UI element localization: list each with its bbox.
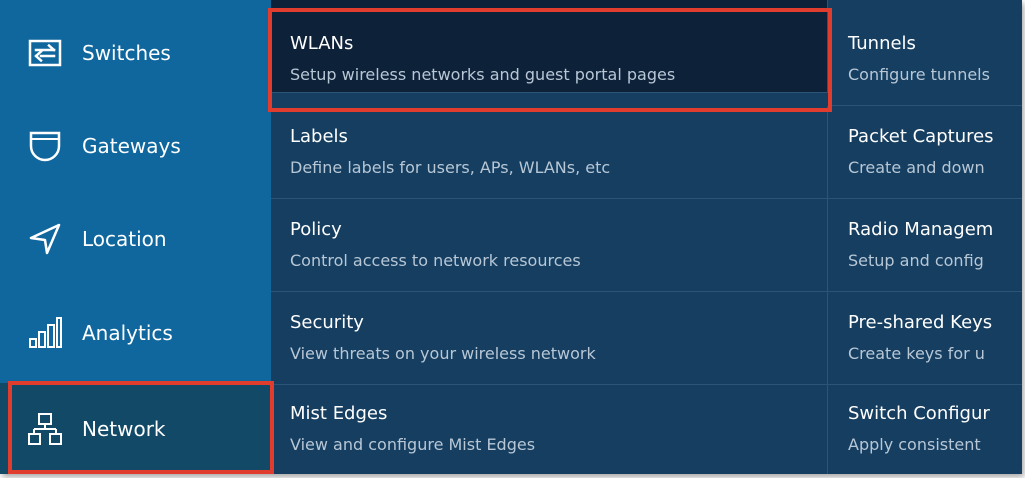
sidebar-item-switches[interactable]: Switches bbox=[0, 6, 271, 99]
menu-item-desc: Setup wireless networks and guest portal… bbox=[290, 65, 676, 84]
menu-item-desc: Configure tunnels bbox=[848, 65, 990, 84]
menu-item-title: Radio Managem bbox=[848, 219, 994, 240]
network-menu-frame: Switches Gateways Location Analytics Net… bbox=[0, 0, 1022, 474]
menu-item-desc: Setup and config bbox=[848, 251, 984, 270]
menu-item-desc: View and configure Mist Edges bbox=[290, 435, 536, 454]
network-submenu: WLANs Setup wireless networks and guest … bbox=[271, 0, 1022, 474]
menu-item-wlans[interactable]: WLANs Setup wireless networks and guest … bbox=[271, 0, 828, 93]
bar-chart-icon bbox=[29, 316, 62, 348]
menu-item-desc: Apply consistent bbox=[848, 435, 981, 454]
menu-item-title: Labels bbox=[290, 126, 348, 147]
sidebar-item-label: Analytics bbox=[82, 320, 173, 345]
location-arrow-icon bbox=[29, 223, 61, 254]
menu-item-title: Tunnels bbox=[848, 33, 916, 54]
menu-item-security[interactable]: Security View threats on your wireless n… bbox=[271, 292, 828, 385]
sidebar-item-label: Location bbox=[82, 226, 167, 251]
menu-item-radio-management[interactable]: Radio Managem Setup and config bbox=[828, 199, 1022, 292]
sidebar-item-gateways[interactable]: Gateways bbox=[0, 99, 271, 192]
sidebar-item-label: Network bbox=[82, 416, 166, 441]
sidebar-item-network[interactable]: Network bbox=[0, 383, 271, 474]
shield-icon bbox=[29, 131, 61, 161]
menu-item-desc: View threats on your wireless network bbox=[290, 344, 596, 363]
menu-item-mist-edges[interactable]: Mist Edges View and configure Mist Edges bbox=[271, 385, 828, 474]
sidebar: Switches Gateways Location Analytics Net… bbox=[0, 0, 271, 474]
menu-item-title: Policy bbox=[290, 219, 342, 240]
menu-item-tunnels[interactable]: Tunnels Configure tunnels bbox=[828, 0, 1022, 106]
menu-item-title: Switch Configur bbox=[848, 403, 990, 424]
sidebar-item-label: Switches bbox=[82, 40, 171, 65]
menu-item-desc: Define labels for users, APs, WLANs, etc bbox=[290, 158, 611, 177]
menu-item-pre-shared-keys[interactable]: Pre-shared Keys Create keys for u bbox=[828, 292, 1022, 385]
menu-item-labels[interactable]: Labels Define labels for users, APs, WLA… bbox=[271, 106, 828, 199]
menu-item-title: Packet Captures bbox=[848, 126, 994, 147]
menu-item-desc: Control access to network resources bbox=[290, 251, 581, 270]
menu-item-title: Pre-shared Keys bbox=[848, 312, 993, 333]
sidebar-item-location[interactable]: Location bbox=[0, 192, 271, 285]
sidebar-item-analytics[interactable]: Analytics bbox=[0, 286, 271, 379]
sidebar-item-label: Gateways bbox=[82, 133, 181, 158]
menu-item-packet-captures[interactable]: Packet Captures Create and down bbox=[828, 106, 1022, 199]
menu-item-title: Mist Edges bbox=[290, 403, 388, 424]
menu-item-title: Security bbox=[290, 312, 364, 333]
menu-item-policy[interactable]: Policy Control access to network resourc… bbox=[271, 199, 828, 292]
menu-item-desc: Create and down bbox=[848, 158, 985, 177]
switch-icon bbox=[28, 39, 62, 66]
menu-item-desc: Create keys for u bbox=[848, 344, 985, 363]
menu-item-switch-configuration[interactable]: Switch Configur Apply consistent bbox=[828, 385, 1022, 474]
menu-item-title: WLANs bbox=[290, 33, 354, 54]
network-topology-icon bbox=[28, 412, 62, 445]
